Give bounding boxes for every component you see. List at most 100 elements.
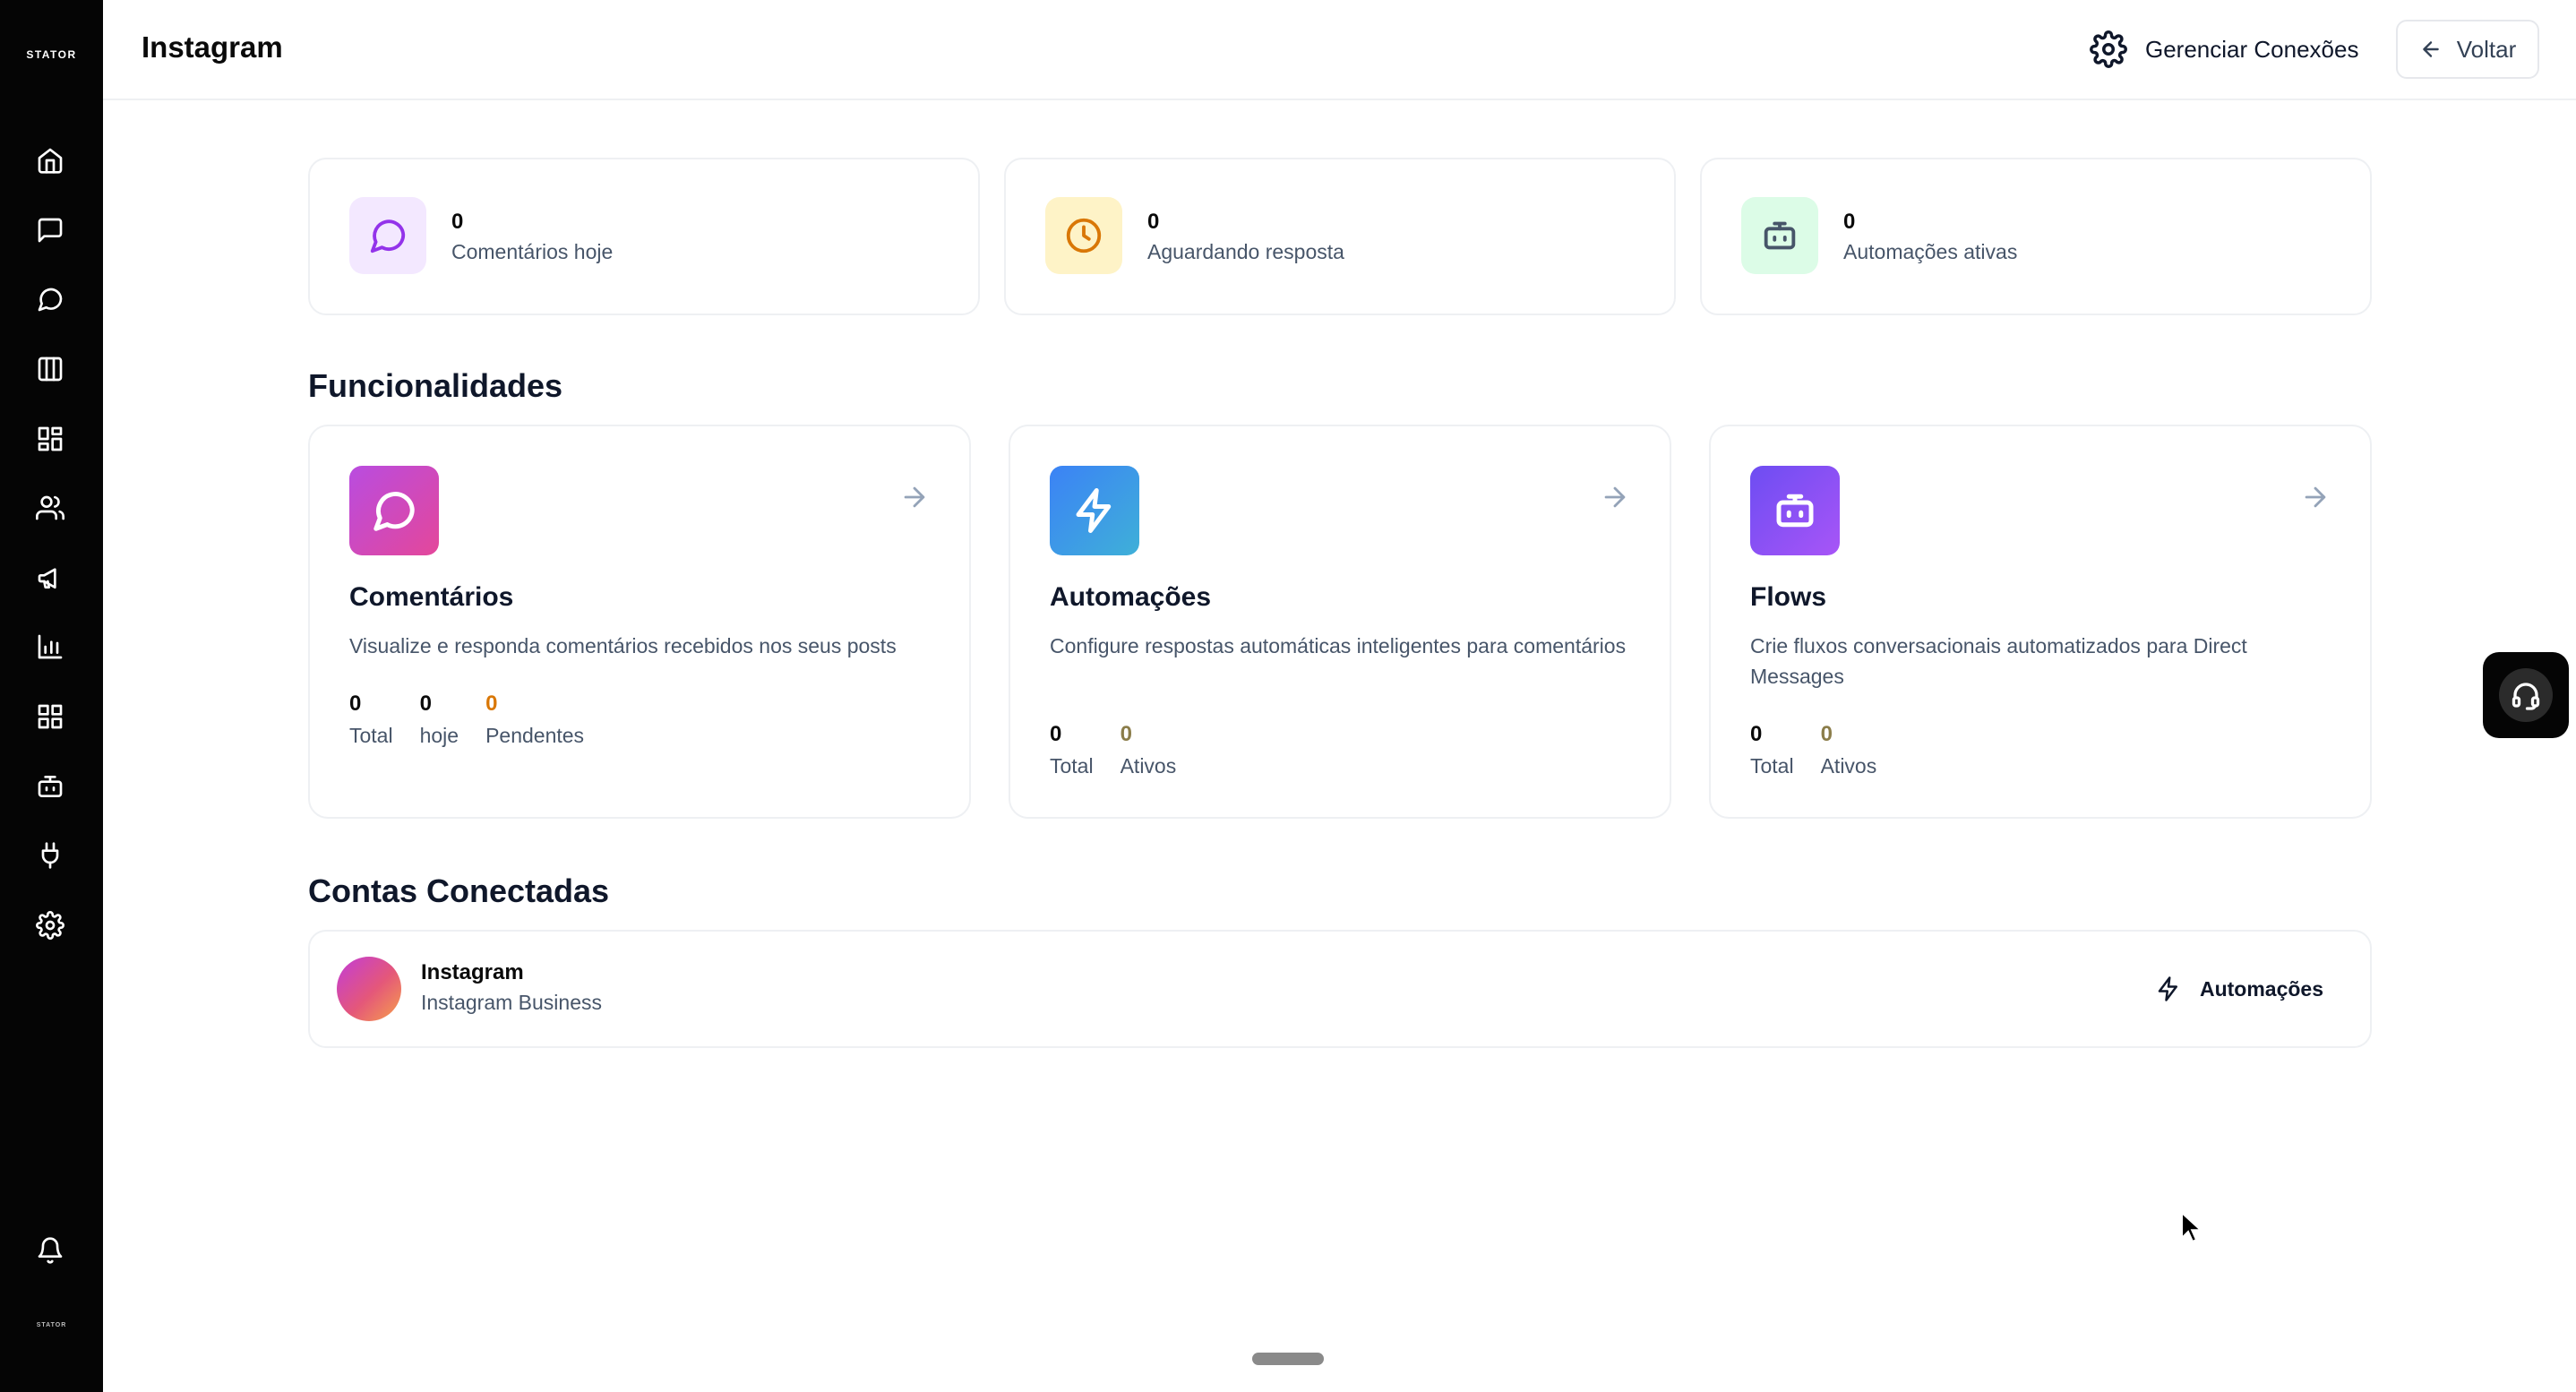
sidebar-item-bots[interactable] [30, 767, 70, 806]
account-name: Instagram [421, 960, 524, 984]
stat-value: 0 [1843, 210, 1856, 234]
metric-value: 0 [1820, 722, 1833, 746]
sidebar-item-dashboard[interactable] [30, 419, 70, 459]
metric-value: 0 [349, 692, 362, 716]
feature-icon-wrapper [1050, 466, 1139, 555]
sidebar-item-messages[interactable] [30, 211, 70, 250]
sidebar-item-kanban[interactable] [30, 349, 70, 389]
bot-icon [1764, 221, 1796, 250]
megaphone-icon [38, 568, 56, 589]
feature-description: Crie fluxos conversacionais automatizado… [1750, 634, 2247, 688]
metric-value: 0 [1120, 722, 1132, 746]
stat-icon-wrapper [1045, 197, 1122, 274]
feature-icon-wrapper [349, 466, 439, 555]
metric-active: 0 Ativos [1821, 722, 1877, 778]
page-title: Instagram [142, 30, 283, 64]
feature-title: Flows [1750, 582, 1827, 612]
back-label: Voltar [2456, 35, 2517, 63]
feature-card-automations[interactable]: Automações Configure respostas automátic… [1009, 425, 1671, 819]
apps-grid-icon [38, 704, 63, 729]
features-section-title: Funcionalidades [308, 367, 563, 404]
bot-icon [38, 776, 63, 797]
account-automations-label: Automações [2199, 976, 2323, 1001]
metric-value: 0 [419, 692, 432, 716]
headset-icon [2512, 683, 2540, 710]
metric-total: 0 Total [1750, 722, 1794, 778]
user-avatar[interactable]: STATOR [0, 1322, 103, 1328]
metric-label: Total [349, 724, 393, 747]
sidebar-item-chat[interactable] [30, 279, 70, 319]
sidebar-item-contacts[interactable] [30, 488, 70, 528]
open-flows-arrow[interactable] [2300, 482, 2331, 512]
feature-metrics: 0 Total 0 hoje 0 Pendentes [349, 692, 584, 748]
stat-label: Automações ativas [1843, 240, 2018, 263]
connected-account-row: Instagram Instagram Business Automações [308, 930, 2372, 1048]
plug-icon [41, 842, 59, 869]
back-button[interactable]: Voltar [2396, 20, 2539, 79]
accounts-section-title: Contas Conectadas [308, 872, 610, 909]
stat-card-active-automations: 0 Automações ativas [1700, 158, 2372, 315]
manage-connections-button[interactable]: Gerenciar Conexões [2079, 23, 2369, 75]
metric-label: Total [1750, 754, 1794, 778]
metric-label: Total [1050, 754, 1094, 778]
metric-pending: 0 Pendentes [485, 692, 584, 748]
mouse-cursor-icon [2181, 1211, 2203, 1243]
layout-grid-icon [38, 426, 63, 451]
account-automations-button[interactable]: Automações [2135, 966, 2343, 1012]
settings-icon [2090, 30, 2127, 68]
arrow-right-icon [1604, 486, 1626, 508]
support-chat-button[interactable] [2483, 652, 2569, 738]
feature-description: Configure respostas automáticas intelige… [1050, 634, 1627, 657]
message-square-icon [38, 218, 63, 243]
home-icon [38, 148, 63, 174]
metric-value: 0 [1050, 722, 1062, 746]
sidebar-item-campaigns[interactable] [30, 558, 70, 597]
arrow-right-icon [904, 486, 925, 508]
metric-label: Ativos [1120, 754, 1177, 778]
stat-card-comments-today: 0 Comentários hoje [308, 158, 980, 315]
feature-metrics: 0 Total 0 Ativos [1050, 722, 1176, 778]
bar-chart-icon [38, 634, 63, 659]
stat-label: Comentários hoje [451, 240, 614, 263]
users-icon [36, 495, 64, 520]
sidebar-item-home[interactable] [30, 141, 70, 180]
metric-label: Ativos [1820, 754, 1877, 778]
zap-icon [2158, 976, 2177, 1001]
feature-metrics: 0 Total 0 Ativos [1750, 722, 1876, 778]
stat-value: 0 [451, 210, 464, 234]
open-comments-arrow[interactable] [899, 482, 930, 512]
bell-icon [38, 1237, 63, 1264]
zap-icon [1076, 488, 1112, 533]
feature-icon-wrapper [1750, 466, 1840, 555]
sidebar-item-apps[interactable] [30, 697, 70, 736]
message-circle-icon [374, 492, 415, 531]
sidebar-item-notifications[interactable] [30, 1231, 70, 1270]
sidebar-item-reports[interactable] [30, 627, 70, 666]
scroll-handle[interactable] [1252, 1353, 1324, 1365]
sidebar-item-settings[interactable] [30, 906, 70, 945]
stat-value: 0 [1147, 210, 1160, 234]
metric-value: 0 [485, 692, 498, 716]
metric-active: 0 Ativos [1121, 722, 1177, 778]
feature-card-flows[interactable]: Flows Crie fluxos conversacionais automa… [1709, 425, 2372, 819]
stat-label: Aguardando resposta [1147, 240, 1344, 263]
feature-title: Automações [1050, 582, 1212, 612]
manage-connections-label: Gerenciar Conexões [2145, 35, 2359, 63]
metric-label: Pendentes [485, 724, 585, 747]
arrow-left-icon [2422, 41, 2439, 57]
support-icon-wrapper [2499, 668, 2553, 722]
metric-total: 0 Total [349, 692, 393, 748]
stat-icon-wrapper [349, 197, 426, 274]
feature-description: Visualize e responda comentários recebid… [349, 634, 897, 657]
brand-logo[interactable]: STATOR [0, 48, 103, 61]
kanban-icon [38, 357, 63, 382]
settings-icon [36, 911, 64, 940]
metric-value: 0 [1750, 722, 1763, 746]
page-header: Instagram Gerenciar Conexões Voltar [103, 0, 2576, 100]
open-automations-arrow[interactable] [1600, 482, 1630, 512]
sidebar-item-integrations[interactable] [30, 836, 70, 875]
feature-card-comments[interactable]: Comentários Visualize e responda comentá… [308, 425, 971, 819]
clock-icon [1066, 218, 1102, 253]
sidebar: STATOR STATOR [0, 0, 103, 1392]
stat-card-awaiting-response: 0 Aguardando resposta [1004, 158, 1676, 315]
